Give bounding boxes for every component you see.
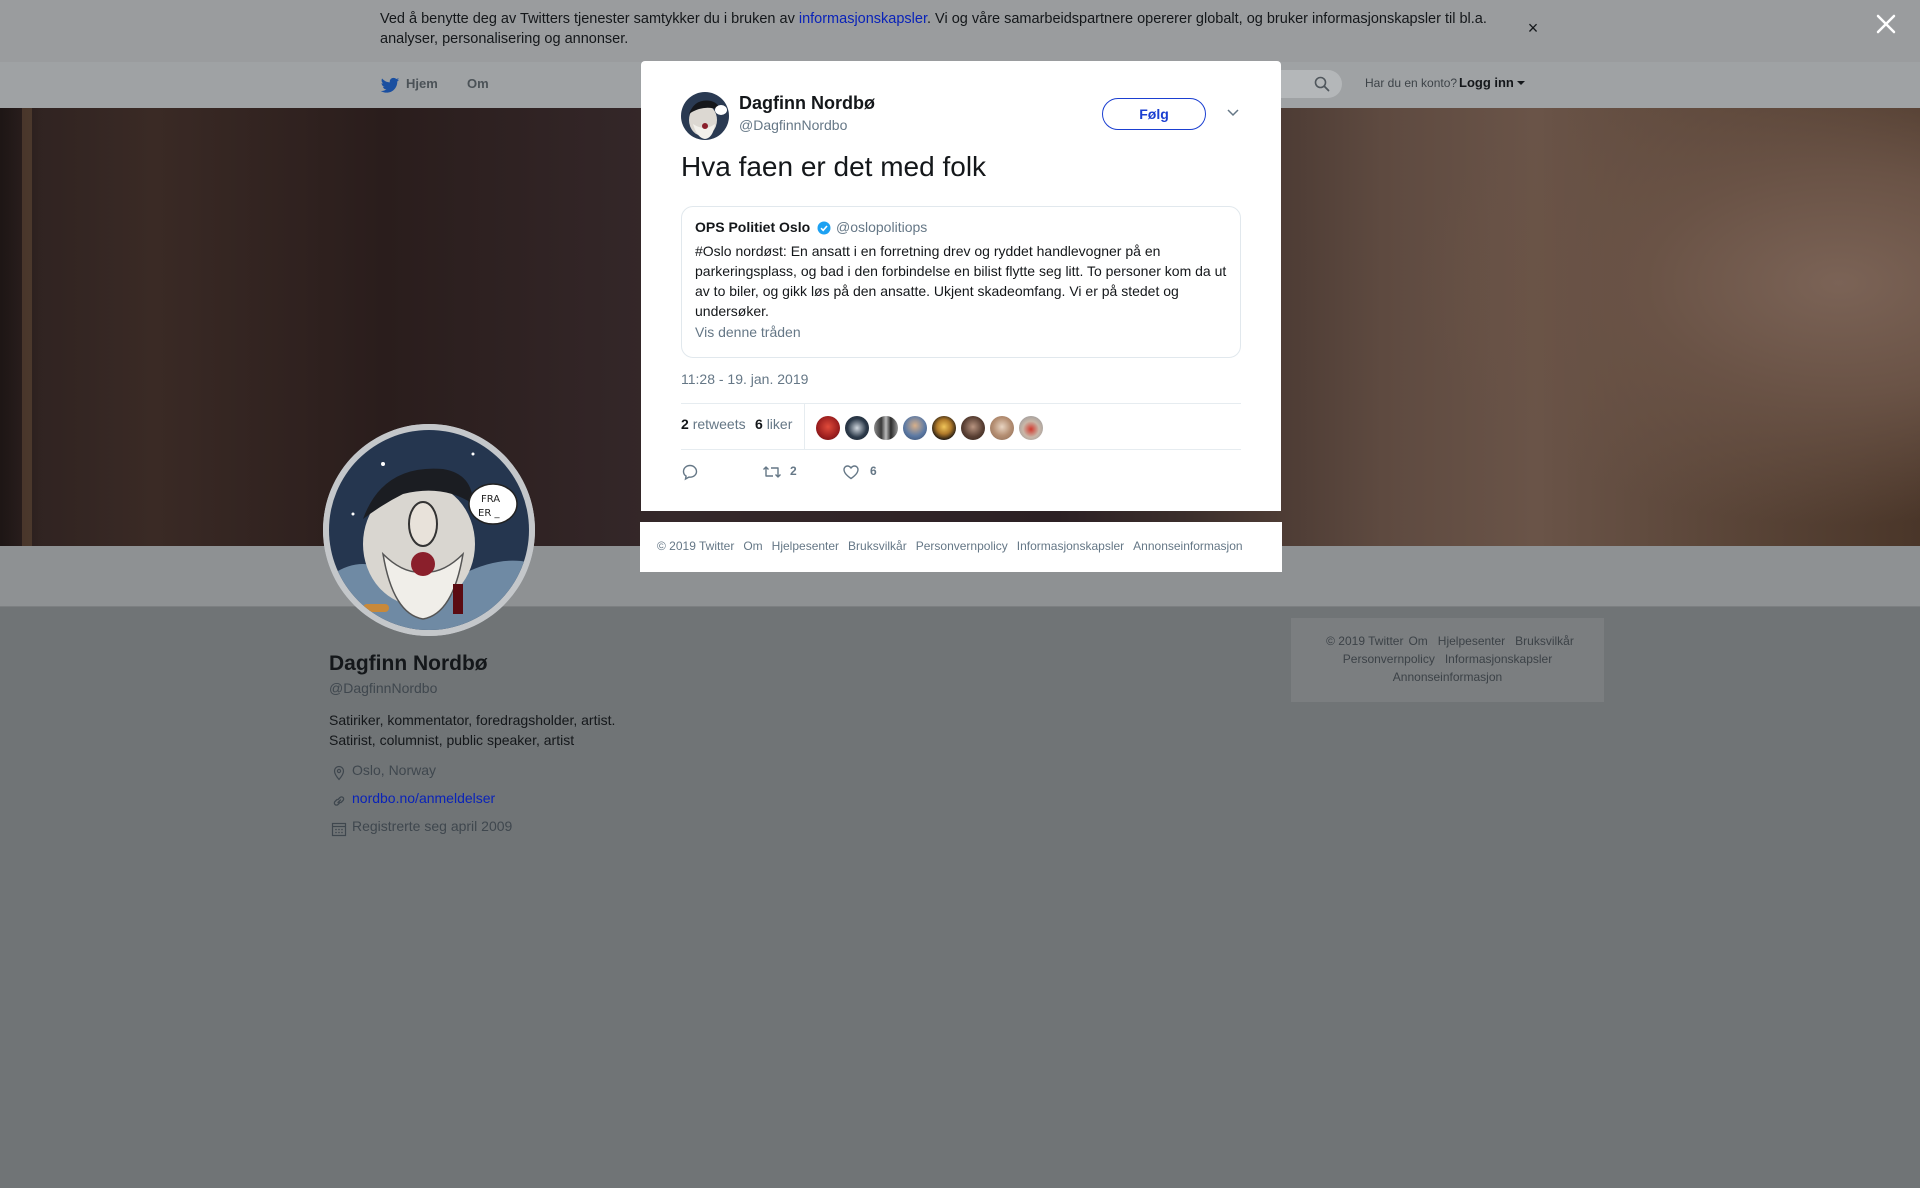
liker-avatar[interactable] bbox=[816, 416, 840, 440]
liker-avatar[interactable] bbox=[932, 416, 956, 440]
liker-avatar[interactable] bbox=[990, 416, 1014, 440]
liker-avatar[interactable] bbox=[903, 416, 927, 440]
author-handle[interactable]: @DagfinnNordbo bbox=[739, 117, 847, 133]
footer-link-privacy[interactable]: Personvernpolicy bbox=[916, 539, 1008, 553]
footer-link-about[interactable]: Om bbox=[743, 539, 762, 553]
liker-avatar[interactable] bbox=[1019, 416, 1043, 440]
author-avatar[interactable] bbox=[681, 92, 729, 140]
liker-avatar[interactable] bbox=[845, 416, 869, 440]
link-icon bbox=[333, 796, 345, 806]
footer-link-cookies[interactable]: Informasjonskapsler bbox=[1445, 652, 1552, 666]
footer-link-help[interactable]: Hjelpesenter bbox=[1438, 634, 1505, 648]
retweets-stat[interactable]: 2 retweets bbox=[681, 416, 746, 432]
retweet-icon bbox=[763, 466, 781, 478]
calendar-icon bbox=[331, 822, 347, 837]
quoted-tweet-text: #Oslo nordøst: En ansatt i en forretning… bbox=[695, 243, 1227, 319]
retweet-count: 2 bbox=[790, 464, 797, 478]
follow-button[interactable]: Følg bbox=[1102, 98, 1206, 130]
modal-footer: © 2019 Twitter Om Hjelpesenter Bruksvilkår P… bbox=[640, 522, 1282, 572]
location-text: Oslo, Norway bbox=[352, 762, 437, 778]
footer-link-cookies[interactable]: Informasjonskapsler bbox=[1017, 539, 1124, 553]
footer-link-help[interactable]: Hjelpesenter bbox=[772, 539, 839, 553]
footer-link-terms[interactable]: Bruksvilkår bbox=[1515, 634, 1574, 648]
verified-badge-icon bbox=[817, 221, 831, 235]
nav-home-link[interactable]: Hjem bbox=[406, 76, 438, 91]
tweet-timestamp[interactable]: 11:28 - 19. jan. 2019 bbox=[681, 371, 808, 387]
divider bbox=[681, 449, 1241, 450]
website-link[interactable]: nordbo.no/anmeldelser bbox=[352, 790, 495, 806]
quoted-author-name: OPS Politiet Oslo bbox=[695, 219, 811, 235]
show-thread-link[interactable]: Vis denne tråden bbox=[695, 324, 801, 340]
footer-copyright: © 2019 Twitter bbox=[657, 539, 735, 553]
chevron-down-icon[interactable] bbox=[1517, 81, 1525, 85]
twitter-bird-icon[interactable] bbox=[380, 77, 400, 95]
footer-link-terms[interactable]: Bruksvilkår bbox=[848, 539, 907, 553]
profile-avatar[interactable]: FRA ER _ bbox=[323, 424, 535, 636]
cookie-consent-text: Ved å benytte deg av Twitters tjenester … bbox=[380, 9, 1520, 49]
sidebar-footer: © 2019 Twitter Om Hjelpesenter Bruksvilkår … bbox=[1291, 618, 1604, 702]
profile-handle[interactable]: @DagfinnNordbo bbox=[329, 680, 437, 696]
tweet-text: Hva faen er det med folk bbox=[681, 151, 987, 182]
profile-name: Dagfinn Nordbø bbox=[329, 652, 488, 675]
reply-icon bbox=[682, 464, 698, 481]
location-pin-icon bbox=[333, 765, 345, 781]
liker-avatar[interactable] bbox=[874, 416, 898, 440]
footer-link-about[interactable]: Om bbox=[1408, 634, 1427, 648]
likes-count: 6 bbox=[755, 416, 763, 432]
quoted-author-handle: @oslopolitiops bbox=[836, 219, 928, 235]
close-icon[interactable] bbox=[1874, 12, 1898, 36]
like-count: 6 bbox=[870, 464, 877, 478]
footer-copyright: © 2019 Twitter bbox=[1326, 634, 1404, 648]
footer-link-privacy[interactable]: Personvernpolicy bbox=[1343, 652, 1435, 666]
banner-detail bbox=[22, 108, 32, 546]
cookie-policy-link[interactable]: informasjonskapsler bbox=[799, 11, 927, 27]
footer-link-ads-info[interactable]: Annonseinformasjon bbox=[1393, 670, 1502, 684]
retweets-count: 2 bbox=[681, 416, 689, 432]
cookie-close-button[interactable]: × bbox=[1526, 18, 1540, 38]
login-link[interactable]: Logg inn bbox=[1459, 75, 1514, 90]
author-name[interactable]: Dagfinn Nordbø bbox=[739, 93, 875, 114]
joined-text: Registrerte seg april 2009 bbox=[352, 818, 513, 834]
chevron-down-icon[interactable] bbox=[1226, 105, 1240, 119]
profile-bio: Satiriker, kommentator, foredragsholder,… bbox=[329, 712, 616, 748]
quoted-tweet[interactable]: OPS Politiet Oslo @oslopolitiops #Oslo n… bbox=[681, 206, 1241, 358]
account-prompt: Har du en konto? bbox=[1365, 76, 1458, 90]
cookie-text-before: Ved å benytte deg av Twitters tjenester … bbox=[380, 11, 799, 27]
likes-label: liker bbox=[766, 416, 793, 432]
likes-stat[interactable]: 6 liker bbox=[755, 416, 792, 432]
footer-link-ads-info[interactable]: Annonseinformasjon bbox=[1133, 539, 1242, 553]
svg-text:ER _: ER _ bbox=[478, 508, 500, 519]
liker-avatar[interactable] bbox=[961, 416, 985, 440]
search-icon[interactable] bbox=[1313, 75, 1331, 93]
svg-text:FRA: FRA bbox=[481, 494, 500, 505]
retweets-label: retweets bbox=[692, 416, 746, 432]
divider bbox=[681, 403, 1241, 404]
divider bbox=[804, 404, 805, 449]
banner-detail bbox=[1380, 108, 1920, 546]
tweet-modal: Dagfinn Nordbø @DagfinnNordbo Følg Hva f… bbox=[641, 61, 1281, 511]
heart-icon bbox=[843, 465, 859, 480]
cookie-consent-bar: Ved å benytte deg av Twitters tjenester … bbox=[0, 0, 1920, 62]
nav-about-link[interactable]: Om bbox=[467, 76, 489, 91]
